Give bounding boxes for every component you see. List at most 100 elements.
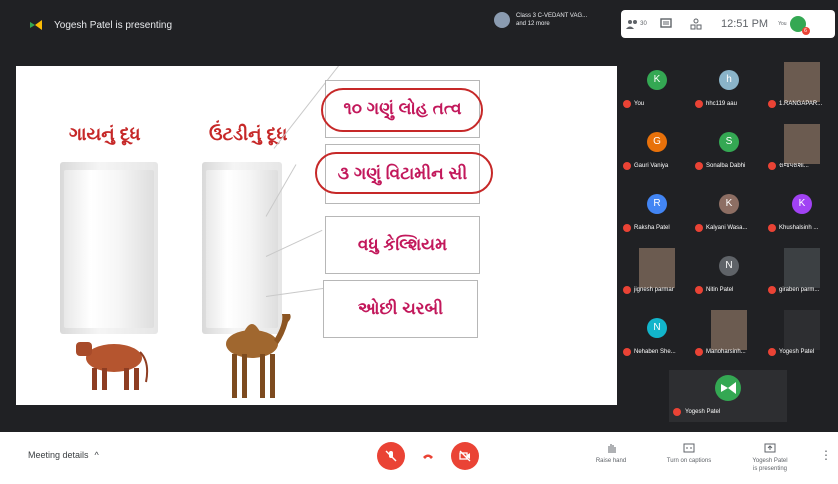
chevron-up-icon: ^ [94,450,99,460]
participant-name: 1.RANGAPAR... [779,101,823,107]
participant-tile[interactable]: રાજપરાશા... [766,124,838,186]
participant-nameplate: Nehaben She... [623,348,693,356]
fact-box-calcium: વધુ કેલ્શિયમ [325,216,480,274]
participant-tile[interactable]: K Khushalsinh ... [766,186,838,248]
mic-off-icon [768,348,776,356]
participant-name: giraben parm... [779,287,820,293]
participant-avatar: N [719,256,739,276]
mic-off-icon [623,286,631,294]
participant-video [711,310,747,350]
mic-off-icon [673,408,681,416]
top-tool-panel: 30 12:51 PM You 6 [621,10,835,38]
mic-off-icon [695,286,703,294]
people-icon [626,20,638,29]
top-bar: Yogesh Patel is presenting Class 3 C-VED… [0,0,838,50]
participant-video [784,62,820,102]
participant-nameplate: રાજપરાશા... [768,162,838,170]
participant-grid: K You h hhc119 aau 1.RANGAPAR... G Gauri Vaniy… [621,62,838,372]
participant-name: Gauri Vaniya [634,163,669,169]
participant-nameplate: Manoharsinh... [695,348,765,356]
participant-avatar: S [719,132,739,152]
participant-tile[interactable]: S Sonalba Dabhi [693,124,765,186]
participant-nameplate: hhc119 aau [695,100,765,108]
captions-label: Turn on captions [666,458,712,464]
participant-name: Manoharsinh... [706,349,746,355]
hand-icon [608,444,616,453]
participant-name: Kalyani Wasa... [706,225,748,231]
participant-tile[interactable]: 1.RANGAPAR... [766,62,838,124]
participant-tile[interactable]: K Kalyani Wasa... [693,186,765,248]
participant-nameplate: Kalyani Wasa... [695,224,765,232]
bottom-bar: Meeting details ^ Raise hand Turn on cap… [0,432,838,484]
participant-name: રાજપરાશા... [779,162,809,169]
participant-avatar: G [647,132,667,152]
participant-avatar: K [647,70,667,90]
fact-calcium-text: વધુ કેલ્શિયમ [357,235,448,254]
meeting-details-button[interactable]: Meeting details ^ [28,450,99,460]
more-options-icon[interactable]: ⋮ [820,448,832,462]
mic-off-icon [768,286,776,294]
present-now-button[interactable]: Yogesh Patel is presenting [740,442,800,473]
captions-button[interactable]: Turn on captions [659,442,719,465]
highlight-circle-iron [321,88,483,132]
participant-nameplate: Yogesh Patel [768,348,838,356]
mic-off-icon [623,348,631,356]
highlight-circle-vitamin [315,152,493,194]
chat-button[interactable] [651,10,681,38]
presenting-line2: is presenting [752,466,788,472]
participant-tile[interactable]: G Gauri Vaniya [621,124,693,186]
present-screen-icon [764,443,776,453]
participant-tile[interactable]: Yogesh Patel [766,310,838,372]
participant-video [784,124,820,164]
mic-off-icon [768,224,776,232]
presenting-icon [715,375,741,401]
mic-off-icon [695,162,703,170]
class-avatar [494,12,510,28]
participant-name: Sonalba Dabhi [706,163,746,169]
mic-off-icon [385,450,397,462]
participant-video [784,248,820,288]
class-more: and 12 more [516,21,550,27]
participant-nameplate: 1.RANGAPAR... [768,100,838,108]
participant-tile[interactable]: Manoharsinh... [693,310,765,372]
you-label: You [778,21,787,27]
raise-hand-label: Raise hand [595,458,627,464]
meet-logo-icon [30,20,42,30]
participant-tile[interactable]: R Raksha Patel [621,186,693,248]
participant-tile[interactable]: h hhc119 aau [693,62,765,124]
participant-avatar: h [719,70,739,90]
participant-avatar: K [792,194,812,214]
raise-hand-button[interactable]: Raise hand [581,442,641,465]
activities-button[interactable] [681,10,711,38]
participant-nameplate: giraben parm... [768,286,838,294]
people-button[interactable]: 30 [621,10,651,38]
mic-toggle-button[interactable] [377,442,405,470]
cow-image [76,342,149,390]
leave-call-button[interactable] [414,442,442,470]
participant-tile[interactable]: giraben parm... [766,248,838,310]
mic-off-icon [623,224,631,232]
participant-nameplate: jignesh parmar [623,286,693,294]
fact-box-fat: ઓછી ચરબી [323,280,478,338]
class-name: Class 3 C-VEDANT VAG... [516,13,588,19]
self-avatar[interactable]: 6 [789,16,810,35]
mic-off-icon [623,162,631,170]
participant-tile[interactable]: K You [621,62,693,124]
camel-image [226,314,291,398]
participant-name: Yogesh Patel [779,349,815,355]
captions-icon [683,443,695,453]
participant-tile[interactable]: jignesh parmar [621,248,693,310]
meeting-details-label: Meeting details [28,450,89,460]
mic-off-icon [695,348,703,356]
participant-nameplate: Khushalsinh ... [768,224,838,232]
camera-toggle-button[interactable] [451,442,479,470]
cow-milk-glass [60,162,158,334]
participant-nameplate: You [623,100,693,108]
participant-avatar: K [719,194,739,214]
mic-off-icon [768,162,776,170]
participant-tile[interactable]: N Nehaben She... [621,310,693,372]
clock: 12:51 PM [721,18,769,30]
participant-tile[interactable]: N Nitin Patel [693,248,765,310]
presenter-self-tile[interactable]: Yogesh Patel [669,370,787,422]
class-chip[interactable]: Class 3 C-VEDANT VAG... and 12 more [494,12,587,28]
